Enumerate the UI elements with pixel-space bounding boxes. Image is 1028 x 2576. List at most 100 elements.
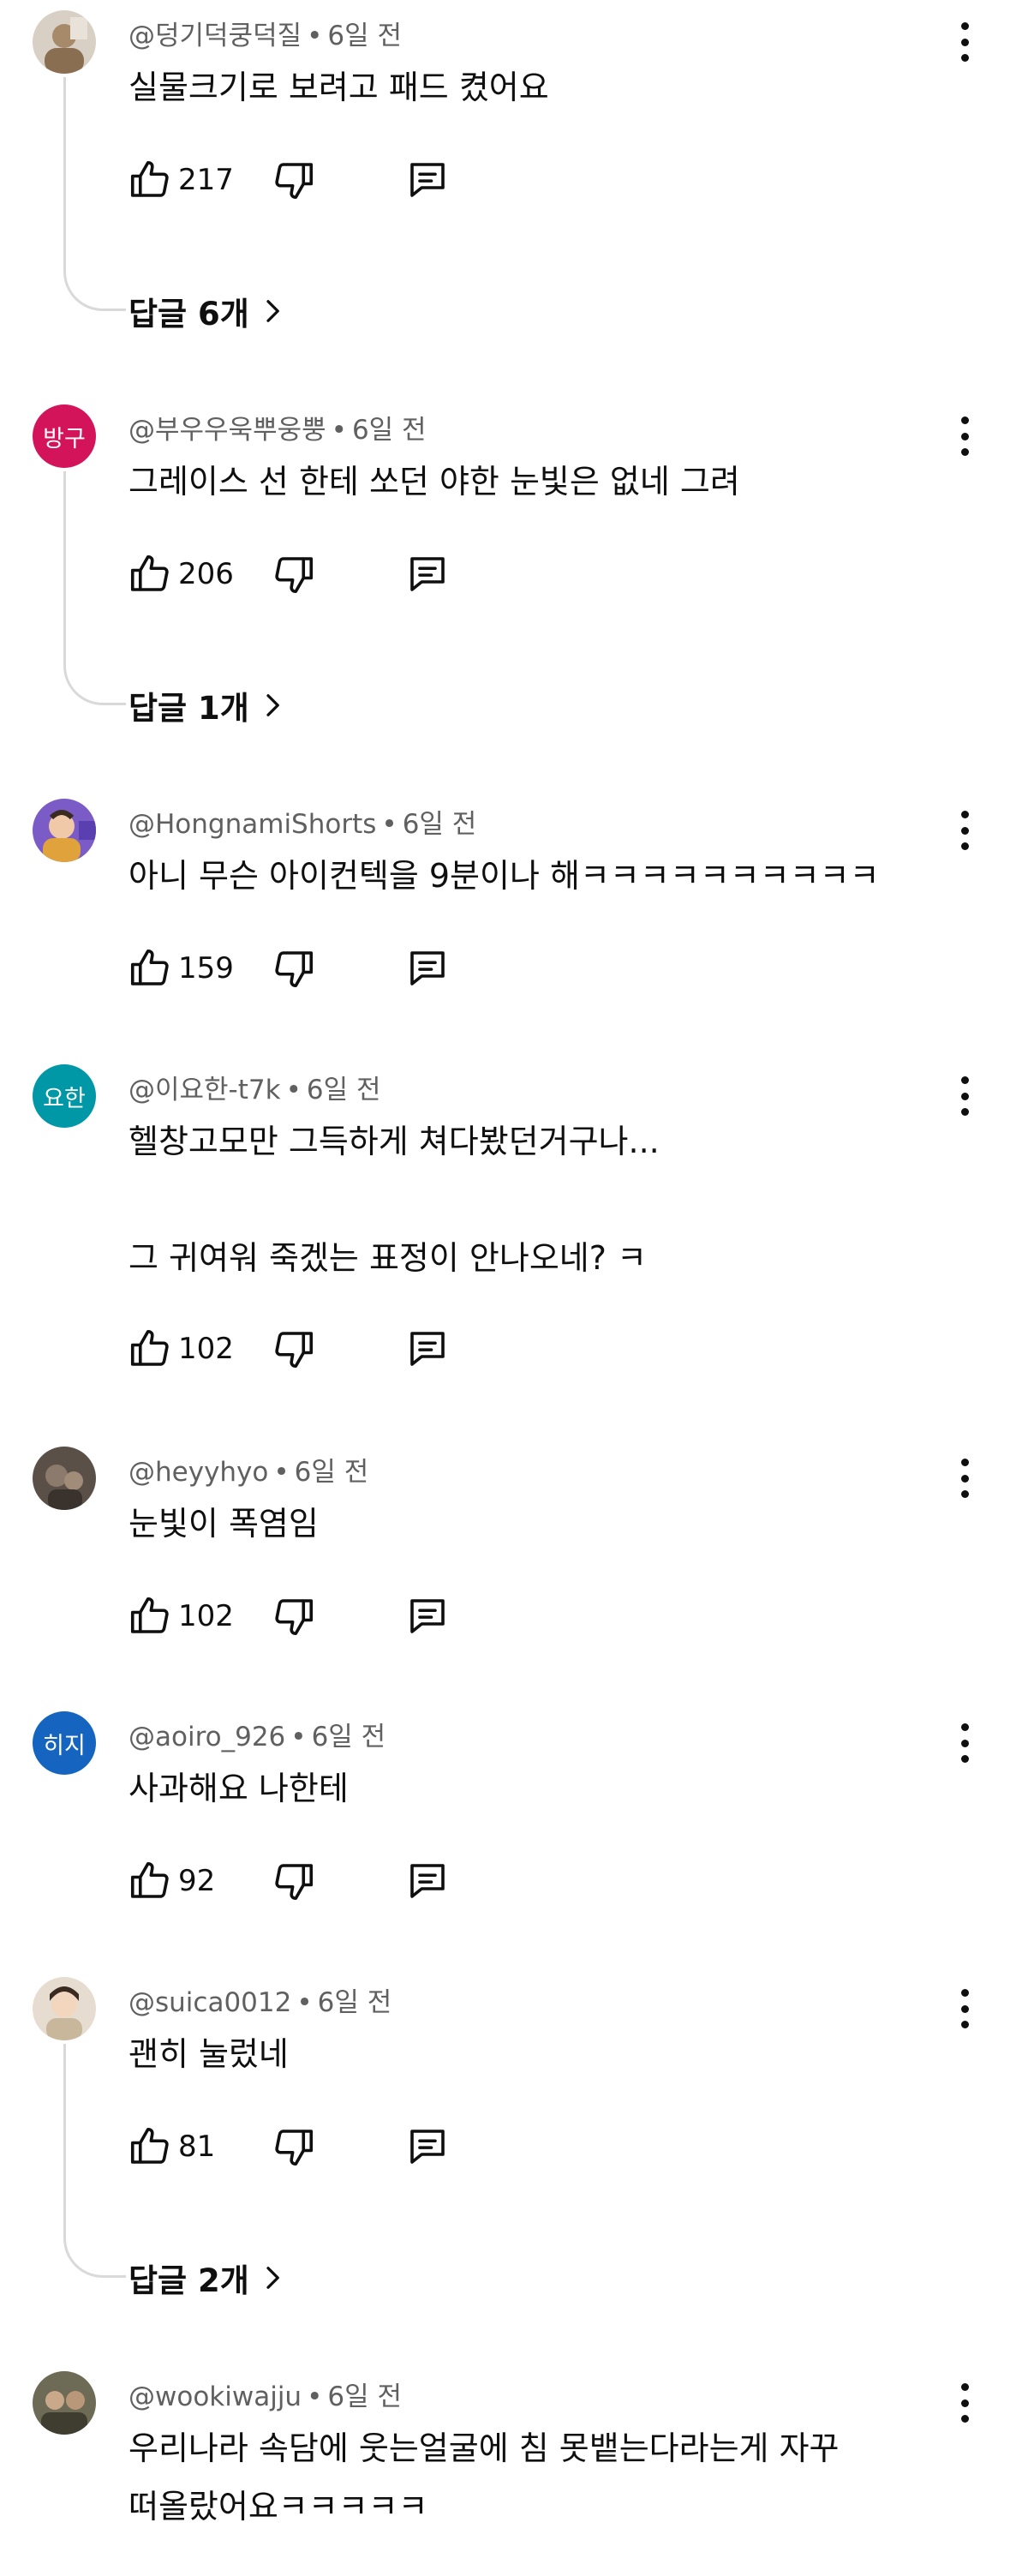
- comment-time: 6일 전: [327, 21, 403, 51]
- view-replies-button[interactable]: 답글 2개: [128, 2255, 285, 2301]
- comment-text: 그레이스 선 한테 쏘던 야한 눈빛은 없네 그려: [128, 463, 740, 500]
- comment-actions: 217: [127, 154, 487, 206]
- comment-meta: @덩기덕쿵덕질 • 6일 전: [128, 21, 403, 51]
- comment-author[interactable]: @aoiro_926: [128, 1722, 285, 1752]
- more-options-icon[interactable]: [953, 1723, 977, 1763]
- comment-text: 실물크기로 보려고 패드 켰어요: [128, 69, 549, 106]
- more-options-icon[interactable]: [953, 416, 977, 456]
- reply-button[interactable]: [404, 548, 451, 600]
- replies-label: 답글 6개: [128, 296, 249, 332]
- comment-text: 아니 무슨 아이컨텍을 9분이나 해ㅋㅋㅋㅋㅋㅋㅋㅋㅋㅋ: [128, 857, 880, 895]
- comment-meta: @aoiro_926 • 6일 전: [128, 1722, 386, 1752]
- comment-meta: @heyyhyo • 6일 전: [128, 1457, 369, 1488]
- thumbs-up-icon: [130, 1861, 169, 1898]
- like-button[interactable]: 92: [127, 1855, 215, 1907]
- like-button[interactable]: 159: [127, 943, 234, 994]
- avatar[interactable]: 요한: [33, 1064, 96, 1128]
- thumbs-down-icon: [275, 1332, 314, 1369]
- thumbs-down-icon: [275, 951, 314, 988]
- dislike-button[interactable]: [271, 1323, 317, 1375]
- comment-actions: 81: [127, 2121, 487, 2172]
- thread-line: [63, 77, 126, 311]
- thumbs-up-icon: [130, 554, 169, 591]
- reply-icon: [410, 557, 445, 591]
- reply-icon: [410, 1599, 445, 1633]
- avatar[interactable]: 히지: [33, 1711, 96, 1775]
- thumbs-up-icon: [130, 160, 169, 197]
- dislike-button[interactable]: [271, 1591, 317, 1642]
- view-replies-button[interactable]: 답글 1개: [128, 682, 285, 728]
- comment-time: 6일 전: [294, 1457, 369, 1488]
- view-replies-button[interactable]: 답글 6개: [128, 288, 285, 334]
- comment-time: 6일 전: [311, 1722, 386, 1752]
- more-options-icon[interactable]: [953, 811, 977, 850]
- comment-time: 6일 전: [402, 809, 477, 840]
- like-button[interactable]: 81: [127, 2121, 215, 2172]
- thread-line: [63, 2044, 126, 2278]
- thumbs-down-icon: [275, 557, 314, 594]
- comment-text: 우리나라 속담에 웃는얼굴에 침 못뱉는다라는게 자꾸 떠올랐어요ㅋㅋㅋㅋㅋ: [128, 2429, 840, 2525]
- comment-text: 눈빛이 폭염임: [128, 1505, 319, 1543]
- reply-icon: [410, 2130, 445, 2164]
- reply-icon: [410, 1864, 445, 1898]
- like-button[interactable]: 102: [127, 1323, 234, 1375]
- comment-meta: @이요한-t7k • 6일 전: [128, 1075, 381, 1105]
- comment-meta: @HongnamiShorts • 6일 전: [128, 809, 477, 840]
- thumbs-up-icon: [130, 949, 169, 985]
- thumbs-down-icon: [275, 1599, 314, 1636]
- avatar[interactable]: [33, 1977, 96, 2040]
- comment-author[interactable]: @이요한-t7k: [128, 1075, 281, 1105]
- comment-author[interactable]: @heyyhyo: [128, 1457, 268, 1488]
- more-options-icon[interactable]: [953, 2383, 977, 2423]
- dislike-button[interactable]: [271, 943, 317, 994]
- comment-actions: 102: [127, 1323, 487, 1375]
- comment-actions: 159: [127, 943, 487, 994]
- comment-meta: @wookiwajju • 6일 전: [128, 2381, 402, 2412]
- reply-button[interactable]: [404, 154, 451, 206]
- reply-button[interactable]: [404, 1855, 451, 1907]
- like-count: 102: [178, 1599, 234, 1633]
- like-button[interactable]: 102: [127, 1591, 234, 1642]
- comment-text: 헬창고모만 그득하게 쳐다봤던거구나... 그 귀여워 죽겠는 표정이 안나오네…: [128, 1123, 660, 1277]
- reply-button[interactable]: [404, 1323, 451, 1375]
- comment-author[interactable]: @suica0012: [128, 1987, 291, 2018]
- like-count: 206: [178, 557, 234, 591]
- like-count: 159: [178, 951, 234, 985]
- avatar[interactable]: 방구: [33, 404, 96, 468]
- replies-label: 답글 1개: [128, 690, 249, 727]
- comment-author[interactable]: @wookiwajju: [128, 2381, 302, 2412]
- dislike-button[interactable]: [271, 548, 317, 600]
- avatar[interactable]: [33, 10, 96, 74]
- comment-author[interactable]: @HongnamiShorts: [128, 809, 376, 840]
- reply-button[interactable]: [404, 2121, 451, 2172]
- chevron-right-icon: [266, 694, 279, 716]
- comment-time: 6일 전: [317, 1987, 392, 2018]
- comment-meta: @suica0012 • 6일 전: [128, 1987, 392, 2018]
- reply-button[interactable]: [404, 1591, 451, 1642]
- reply-icon: [410, 163, 445, 197]
- dislike-button[interactable]: [271, 154, 317, 206]
- thumbs-down-icon: [275, 1864, 314, 1901]
- thumbs-down-icon: [275, 163, 314, 200]
- comment-text: 괜히 눌렀네: [128, 2035, 289, 2073]
- more-options-icon[interactable]: [953, 22, 977, 62]
- avatar[interactable]: [33, 2371, 96, 2435]
- like-button[interactable]: 206: [127, 548, 234, 600]
- comment-text: 사과해요 나한테: [128, 1770, 349, 1807]
- comment-author[interactable]: @부우우욱뿌웅뿡: [128, 415, 326, 446]
- reply-icon: [410, 951, 445, 985]
- avatar[interactable]: [33, 799, 96, 862]
- more-options-icon[interactable]: [953, 1989, 977, 2028]
- comment-meta: @부우우욱뿌웅뿡 • 6일 전: [128, 415, 427, 446]
- dislike-button[interactable]: [271, 2121, 317, 2172]
- dislike-button[interactable]: [271, 1855, 317, 1907]
- thumbs-down-icon: [275, 2130, 314, 2166]
- reply-button[interactable]: [404, 943, 451, 994]
- comment-author[interactable]: @덩기덕쿵덕질: [128, 21, 302, 51]
- comment-time: 6일 전: [327, 2381, 402, 2412]
- thread-line: [63, 471, 126, 705]
- more-options-icon[interactable]: [953, 1076, 977, 1116]
- like-button[interactable]: 217: [127, 154, 234, 206]
- more-options-icon[interactable]: [953, 1459, 977, 1498]
- avatar[interactable]: [33, 1447, 96, 1510]
